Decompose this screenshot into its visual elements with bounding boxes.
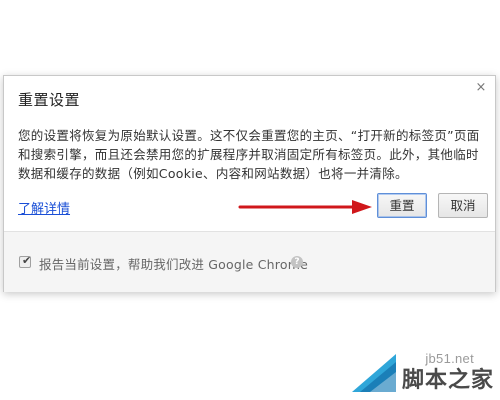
dialog-footer: ✔ 报告当前设置，帮助我们改进 Google Chrome ? <box>4 231 495 292</box>
reset-button[interactable]: 重置 <box>377 193 427 218</box>
cancel-button[interactable]: 取消 <box>438 193 488 218</box>
dialog-description: 您的设置将恢复为原始默认设置。这不仅会重置您的主页、“打开新的标签页”页面和搜索… <box>18 128 480 181</box>
close-icon[interactable]: × <box>473 80 489 96</box>
screen: 重置设置 × 您的设置将恢复为原始默认设置。这不仅会重置您的主页、“打开新的标签… <box>0 0 500 400</box>
red-arrow-annotation <box>238 200 372 214</box>
report-settings-label: 报告当前设置，帮助我们改进 Google Chrome <box>39 257 308 272</box>
report-settings-checkbox[interactable]: ✔ <box>19 254 32 268</box>
watermark: jb51.net 脚本之家 <box>346 346 496 396</box>
watermark-logo-icon <box>352 354 396 392</box>
watermark-name: 脚本之家 <box>401 368 494 393</box>
checkmark-icon: ✔ <box>22 254 32 267</box>
reset-settings-dialog: 重置设置 × 您的设置将恢复为原始默认设置。这不仅会重置您的主页、“打开新的标签… <box>3 75 496 292</box>
learn-more-link[interactable]: 了解详情 <box>18 198 70 217</box>
help-icon[interactable]: ? <box>291 256 303 268</box>
dialog-title: 重置设置 <box>18 91 81 109</box>
